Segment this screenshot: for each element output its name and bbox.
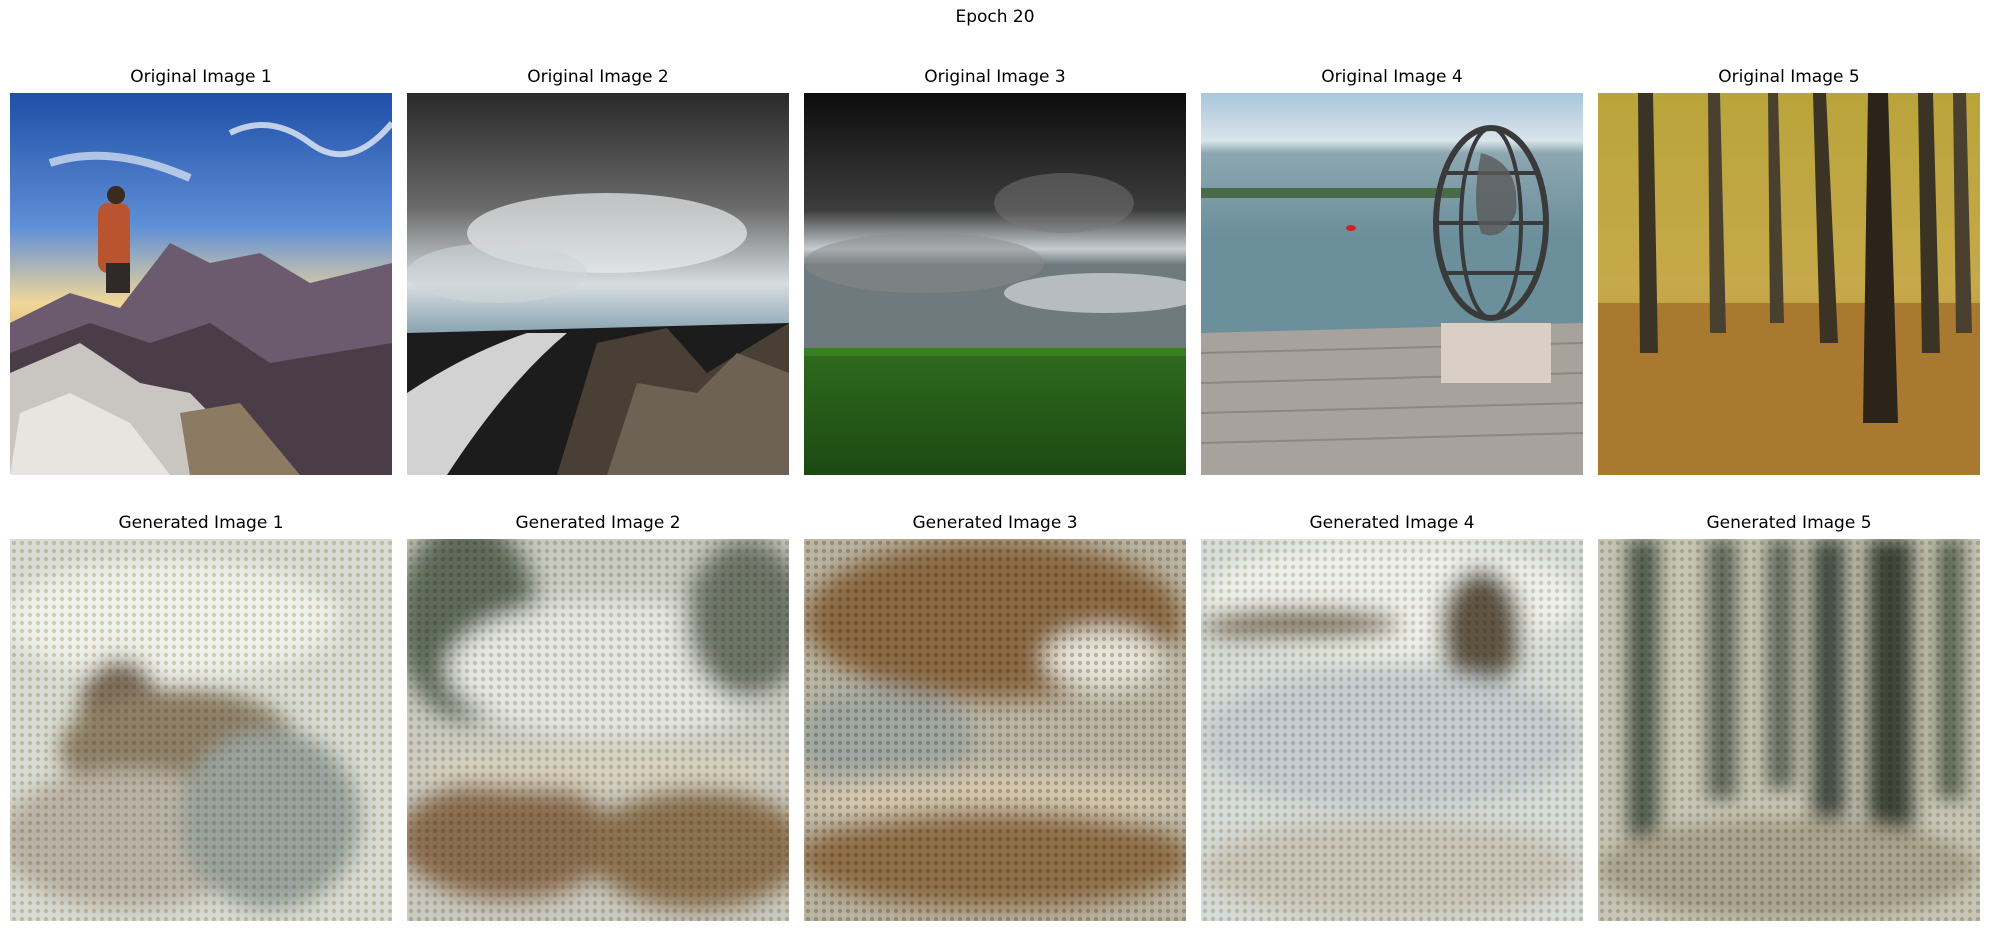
generated-title-2: Generated Image 2 xyxy=(515,513,681,533)
original-image-3 xyxy=(804,93,1186,475)
generated-image-2 xyxy=(407,539,789,921)
generated-title-1: Generated Image 1 xyxy=(118,513,284,533)
original-title-3: Original Image 3 xyxy=(924,67,1066,87)
original-title-4: Original Image 4 xyxy=(1321,67,1463,87)
original-image-4 xyxy=(1201,93,1583,475)
generated-title-3: Generated Image 3 xyxy=(912,513,1078,533)
generated-image-5 xyxy=(1598,539,1980,921)
generated-image-4 xyxy=(1201,539,1583,921)
generated-title-4: Generated Image 4 xyxy=(1309,513,1475,533)
figure-title: Epoch 20 xyxy=(955,7,1035,27)
original-image-2 xyxy=(407,93,789,475)
generated-title-5: Generated Image 5 xyxy=(1706,513,1872,533)
generated-image-1 xyxy=(10,539,392,921)
original-title-2: Original Image 2 xyxy=(527,67,669,87)
original-image-5 xyxy=(1598,93,1980,475)
generated-image-3 xyxy=(804,539,1186,921)
original-title-5: Original Image 5 xyxy=(1718,67,1860,87)
original-image-1 xyxy=(10,93,392,475)
original-title-1: Original Image 1 xyxy=(130,67,272,87)
